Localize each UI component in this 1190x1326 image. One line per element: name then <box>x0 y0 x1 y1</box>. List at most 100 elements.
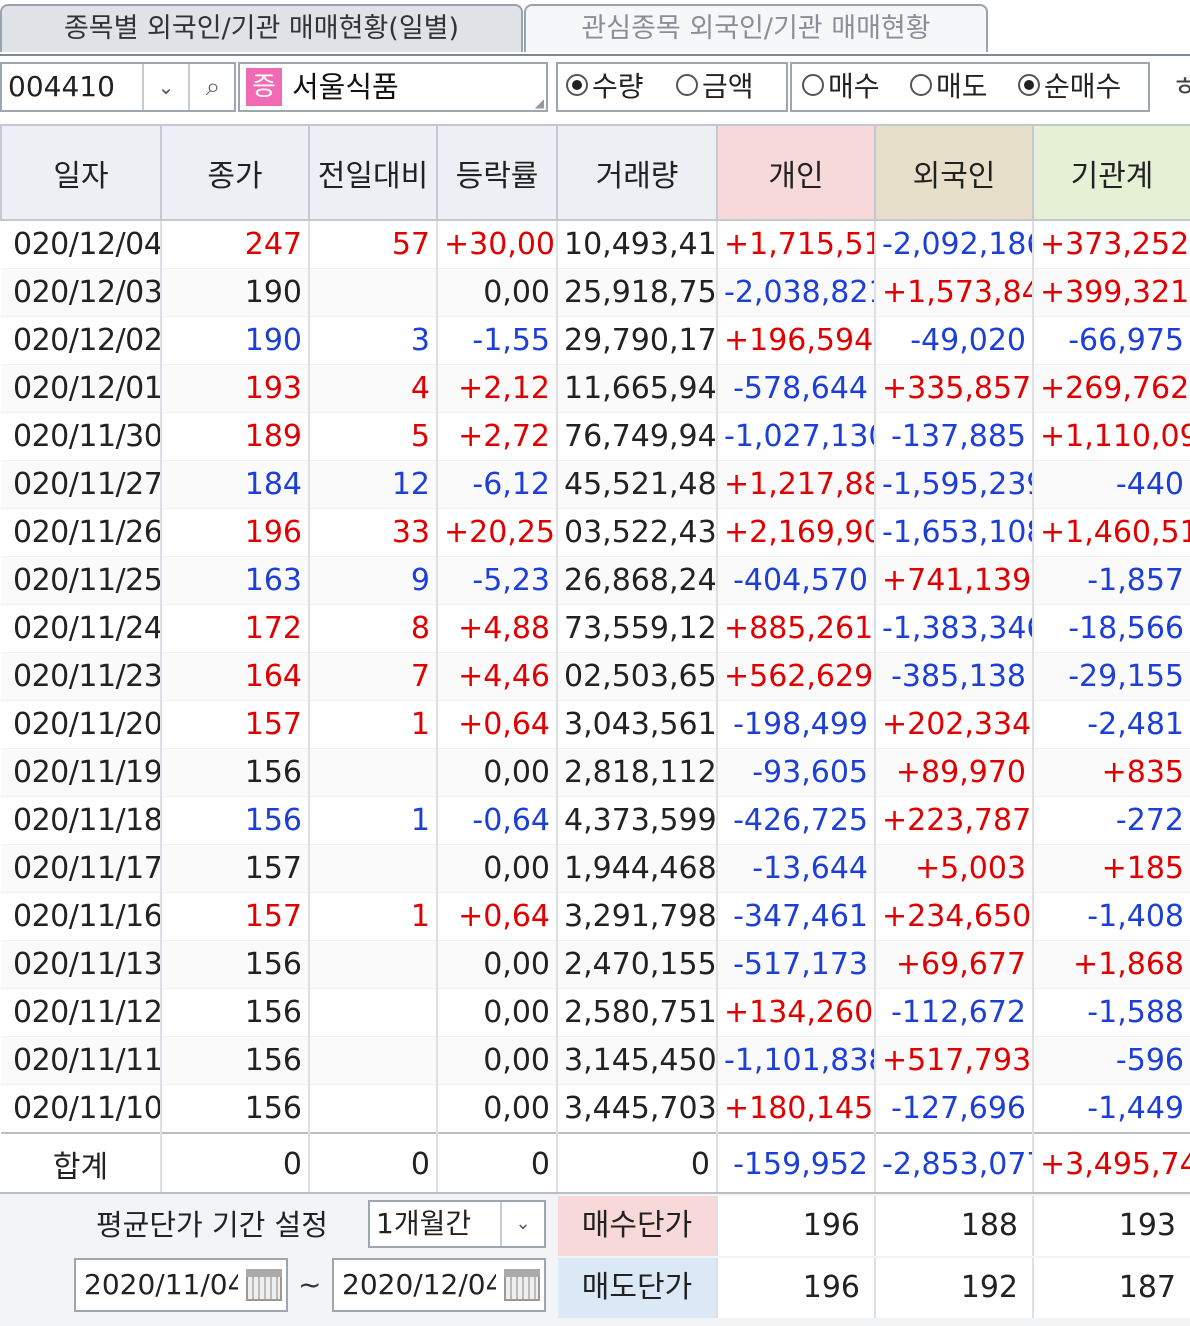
table-row[interactable]: 020/12/011934+2,1211,665,946-578,644+335… <box>1 364 1190 413</box>
cell-date: 020/12/01 <box>1 364 162 413</box>
table-row[interactable]: 020/11/12 156 0,00 2,580,751 +134,260 -112,67… <box>1 988 1190 1037</box>
cell-foreign: +1,573,845 <box>875 268 1034 317</box>
average-period-label: 평균단가 기간 설정 <box>96 1208 328 1242</box>
cell-rate: 0,00 <box>437 1084 558 1134</box>
cell-close: 189 <box>161 412 310 461</box>
radio-buy[interactable]: 매수 <box>802 64 880 110</box>
cell-close: 190 <box>161 316 310 365</box>
search-icon[interactable]: ⌕ <box>188 64 236 110</box>
cell-change: 1 <box>309 796 438 845</box>
end-date-input[interactable]: 2020/12/04 <box>342 1260 496 1310</box>
cell-individual: +180,145 <box>717 1084 876 1134</box>
cell-close: 163 <box>161 556 310 605</box>
cell-volume: 1,944,468 <box>557 844 718 893</box>
cell-individual: -198,499 <box>717 700 876 749</box>
header-close[interactable]: 종가 <box>160 124 310 221</box>
chevron-down-icon[interactable]: ⌄ <box>500 1202 544 1246</box>
cell-date: 020/11/13 <box>1 940 162 989</box>
cell-foreign: +234,650 <box>875 892 1034 941</box>
cell-close: 156 <box>161 748 310 797</box>
tab-stock-foreign-institution-daily[interactable]: 종목별 외국인/기관 매매현황(일별) <box>0 4 523 52</box>
cell-rate: +20,25 <box>437 508 558 557</box>
cell-close: 156 <box>161 796 310 845</box>
cell-close: 184 <box>161 460 310 509</box>
table-row[interactable]: 020/11/301895+2,7276,749,944-1,027,130-1… <box>1 412 1190 461</box>
cell-institution: -272 <box>1033 796 1190 845</box>
cell-close: 164 <box>161 652 310 701</box>
cell-foreign: -1,653,108 <box>875 508 1034 557</box>
stock-name-field: 증 서울식품 ◢ <box>238 62 548 112</box>
header-date[interactable]: 일자 <box>0 124 162 221</box>
header-foreign[interactable]: 외국인 <box>874 124 1034 221</box>
stock-code-combobox[interactable]: 004410 ⌄ ⌕ <box>0 62 236 112</box>
cell-individual: -13,644 <box>717 844 876 893</box>
radio-quantity[interactable]: 수량 <box>566 64 644 110</box>
cell-date: 020/11/27 <box>1 460 162 509</box>
cell-individual: +1,715,514 <box>717 220 876 269</box>
table-row[interactable]: 020/11/11 156 0,00 3,145,450 -1,101,838 +517,… <box>1 1036 1190 1085</box>
header-individual[interactable]: 개인 <box>716 124 876 221</box>
cell-change <box>309 268 438 317</box>
chevron-down-icon[interactable]: ⌄ <box>142 64 188 110</box>
cell-close: 157 <box>161 844 310 893</box>
cell-individual: -347,461 <box>717 892 876 941</box>
table-row[interactable]: 020/11/20 157 1 +0,64 3,043,561 -198,499 +202,… <box>1 700 1190 749</box>
end-date-field[interactable]: 2020/12/04 <box>332 1258 546 1312</box>
table-row[interactable]: 020/11/16 157 1 +0,64 3,291,798 -347,461 +234,… <box>1 892 1190 941</box>
header-volume[interactable]: 거래량 <box>556 124 718 221</box>
table-row[interactable]: 020/11/10 156 0,00 3,445,703 +180,145 -127,69… <box>1 1084 1190 1134</box>
radio-net-buy[interactable]: 순매수 <box>1018 64 1121 110</box>
cell-date: 020/12/04 <box>1 220 162 269</box>
table-row[interactable]: 020/11/19 156 0,00 2,818,112 -93,605 +89,970 +… <box>1 748 1190 797</box>
cell-change: 9 <box>309 556 438 605</box>
start-date-input[interactable]: 2020/11/04 <box>84 1260 238 1310</box>
stock-code-input[interactable]: 004410 <box>8 64 115 110</box>
cell-institution: +399,321 <box>1033 268 1190 317</box>
cell-change <box>309 844 438 893</box>
start-date-field[interactable]: 2020/11/04 <box>74 1258 288 1312</box>
table-row[interactable]: 020/11/231647+4,4602,503,658+562,629-385… <box>1 652 1190 701</box>
stock-name: 서울식품 <box>292 70 399 104</box>
range-separator: ~ <box>298 1268 322 1301</box>
cell-close: 193 <box>161 364 310 413</box>
cell-institution: -1,857 <box>1033 556 1190 605</box>
header-rate[interactable]: 등락률 <box>436 124 558 221</box>
table-row[interactable]: 020/11/17 157 0,00 1,944,468 -13,644 +5,003 +1… <box>1 844 1190 893</box>
radio-empty-icon <box>802 74 824 96</box>
header-change[interactable]: 전일대비 <box>308 124 438 221</box>
table-row[interactable]: 020/11/241728+4,8873,559,129+885,261-1,3… <box>1 604 1190 653</box>
tab-watchlist-foreign-institution[interactable]: 관심종목 외국인/기관 매매현황 <box>524 4 988 52</box>
table-row[interactable]: 020/11/2718412-6,1245,521,480+1,217,885-… <box>1 460 1190 509</box>
period-select[interactable]: 1개월간 ⌄ <box>368 1200 546 1248</box>
calendar-icon[interactable] <box>246 1269 282 1301</box>
table-row[interactable]: 020/11/2619633+20,2503,522,432+2,169,907… <box>1 508 1190 557</box>
cell-volume: 26,868,241 <box>557 556 718 605</box>
table-row[interactable]: 020/11/13 156 0,00 2,470,155 -517,173 +69,677… <box>1 940 1190 989</box>
cell-date: 020/11/23 <box>1 652 162 701</box>
cell-rate: +2,12 <box>437 364 558 413</box>
cell-date: 020/11/11 <box>1 1036 162 1085</box>
radio-selected-icon <box>1018 74 1040 96</box>
table-row[interactable]: 020/12/0424757+30,0010,493,416+1,715,514… <box>1 220 1190 269</box>
calendar-icon[interactable] <box>504 1269 540 1301</box>
table-row[interactable]: 020/11/251639-5,2326,868,241-404,570+741… <box>1 556 1190 605</box>
header-institution[interactable]: 기관계 <box>1032 124 1190 221</box>
radio-sell[interactable]: 매도 <box>910 64 988 110</box>
cell-volume: 3,291,798 <box>557 892 718 941</box>
cell-institution: +1,110,097 <box>1033 412 1190 461</box>
cell-foreign: -1,383,346 <box>875 604 1034 653</box>
cell-close: 172 <box>161 604 310 653</box>
cell-change: 1 <box>309 892 438 941</box>
table-row[interactable]: 020/12/021903-1,5529,790,172+196,594-49,… <box>1 316 1190 365</box>
cell-close: 190 <box>161 268 310 317</box>
cell-rate: -0,64 <box>437 796 558 845</box>
cell-close: 156 <box>161 988 310 1037</box>
radio-amount[interactable]: 금액 <box>676 64 754 110</box>
cell-individual: +885,261 <box>717 604 876 653</box>
table-row[interactable]: 020/12/03190 0,0025,918,751-2,038,821+1,5… <box>1 268 1190 317</box>
cell-change: 33 <box>309 508 438 557</box>
resize-grip-icon: ◢ <box>534 96 544 110</box>
cell-rate: 0,00 <box>437 748 558 797</box>
table-row[interactable]: 020/11/18 156 1 -0,64 4,373,599 -426,725 +223,… <box>1 796 1190 845</box>
sell-price-individual: 196 <box>716 1258 874 1318</box>
